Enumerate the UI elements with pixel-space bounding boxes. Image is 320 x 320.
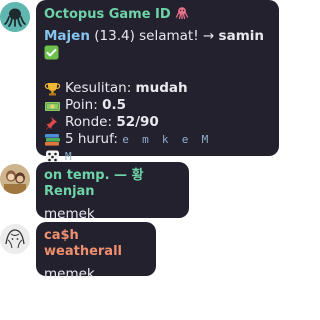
stat-round: Ronde: 52/90 [44, 114, 271, 131]
bot-avatar[interactable] [0, 2, 30, 32]
letters-hint: e m k e M [122, 133, 212, 146]
message-text: memek [44, 266, 95, 282]
check-mark-button-icon [44, 45, 59, 60]
stats-list: Kesulitan: mudah Poin: 0.5 Ronde: 52/90 … [44, 80, 271, 165]
arrow-icon: → [202, 28, 215, 44]
user-photo-icon [0, 164, 30, 194]
trophy-icon [44, 82, 61, 95]
player-score: (13.4) [94, 28, 135, 44]
stat-five-letters: 5 huruf: e m k e M [44, 131, 271, 148]
player-name[interactable]: Majen [44, 28, 90, 44]
stat-points: Poin: 0.5 [44, 97, 271, 114]
bot-message-bubble: Octopus Game ID Majen (13.4) selamat! → … [36, 0, 279, 163]
cash-avatar[interactable] [0, 224, 30, 254]
octopus-logo-icon [0, 2, 30, 32]
books-icon [45, 133, 60, 146]
user-sketch-icon [0, 224, 30, 254]
money-icon [45, 101, 60, 111]
cash-message-bubble: ca$h weatherall memek [36, 222, 156, 282]
author-name[interactable]: Octopus Game ID [44, 6, 271, 23]
result-headline: Majen (13.4) selamat! → samin [44, 28, 271, 63]
pushpin-icon [45, 116, 57, 130]
message-text: memek [44, 206, 95, 222]
renjan-avatar[interactable] [0, 164, 30, 194]
stat-difficulty: Kesulitan: mudah [44, 80, 271, 97]
author-name[interactable]: ca$h weatherall [44, 228, 148, 260]
author-name[interactable]: on temp. — 황 Renjan [44, 168, 181, 200]
octopus-icon [176, 7, 189, 20]
congrats-text: selamat! [139, 28, 199, 44]
winner-name: samin [218, 28, 264, 44]
renjan-message-bubble: on temp. — 황 Renjan memek [36, 162, 189, 222]
